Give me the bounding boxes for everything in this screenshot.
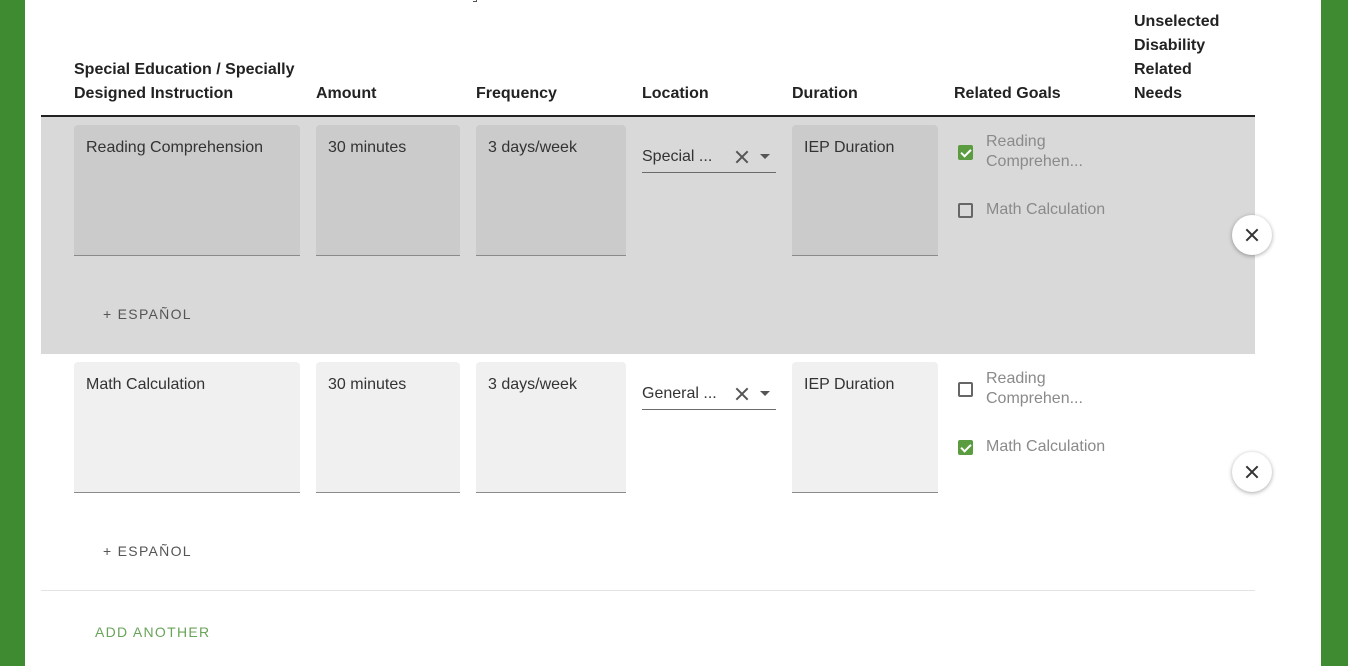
dropdown-caret-icon[interactable] xyxy=(760,391,770,396)
dropdown-caret-icon[interactable] xyxy=(760,154,770,159)
checkbox-icon[interactable] xyxy=(958,382,973,397)
amount-field[interactable]: 30 minutes xyxy=(316,125,460,256)
add-spanish-button[interactable]: + ESPAÑOL xyxy=(103,306,192,322)
close-icon[interactable] xyxy=(1232,215,1272,255)
header-frequency: Frequency xyxy=(476,85,557,102)
frequency-field[interactable]: 3 days/week xyxy=(476,125,626,256)
close-icon[interactable] xyxy=(1232,452,1272,492)
checkbox-icon[interactable] xyxy=(958,145,973,160)
header-related-goals: Related Goals xyxy=(954,85,1061,102)
goal-label: Reading Comprehen... xyxy=(986,370,1083,407)
row-divider xyxy=(41,590,1255,591)
location-value: General ... xyxy=(642,384,717,402)
amount-field[interactable]: 30 minutes xyxy=(316,362,460,493)
duration-field[interactable]: IEP Duration xyxy=(792,362,938,493)
location-value: Special ... xyxy=(642,147,713,165)
add-spanish-button[interactable]: + ESPAÑOL xyxy=(103,543,192,559)
duration-field[interactable]: IEP Duration xyxy=(792,125,938,256)
goal-label: Reading Comprehen... xyxy=(986,133,1083,170)
header-unselected-needs: Unselected Disability Related Needs xyxy=(1134,13,1220,102)
instruction-field[interactable]: Math Calculation xyxy=(74,362,300,493)
location-select[interactable]: Special ... xyxy=(642,141,776,173)
clear-icon[interactable] xyxy=(730,145,754,169)
scroll-indicator-icon xyxy=(473,0,477,2)
clear-icon[interactable] xyxy=(730,382,754,406)
goal-label: Math Calculation xyxy=(986,201,1106,218)
add-another-button[interactable]: ADD ANOTHER xyxy=(95,624,210,640)
goal-label: Math Calculation xyxy=(986,438,1106,455)
instruction-field[interactable]: Reading Comprehension xyxy=(74,125,300,256)
checkbox-icon[interactable] xyxy=(958,203,973,218)
header-duration: Duration xyxy=(792,85,858,102)
frequency-field[interactable]: 3 days/week xyxy=(476,362,626,493)
header-amount: Amount xyxy=(316,85,377,102)
header-instruction: Special Education / Specially Designed I… xyxy=(74,61,295,102)
header-location: Location xyxy=(642,85,709,102)
location-select[interactable]: General ... xyxy=(642,378,776,410)
checkbox-icon[interactable] xyxy=(958,440,973,455)
